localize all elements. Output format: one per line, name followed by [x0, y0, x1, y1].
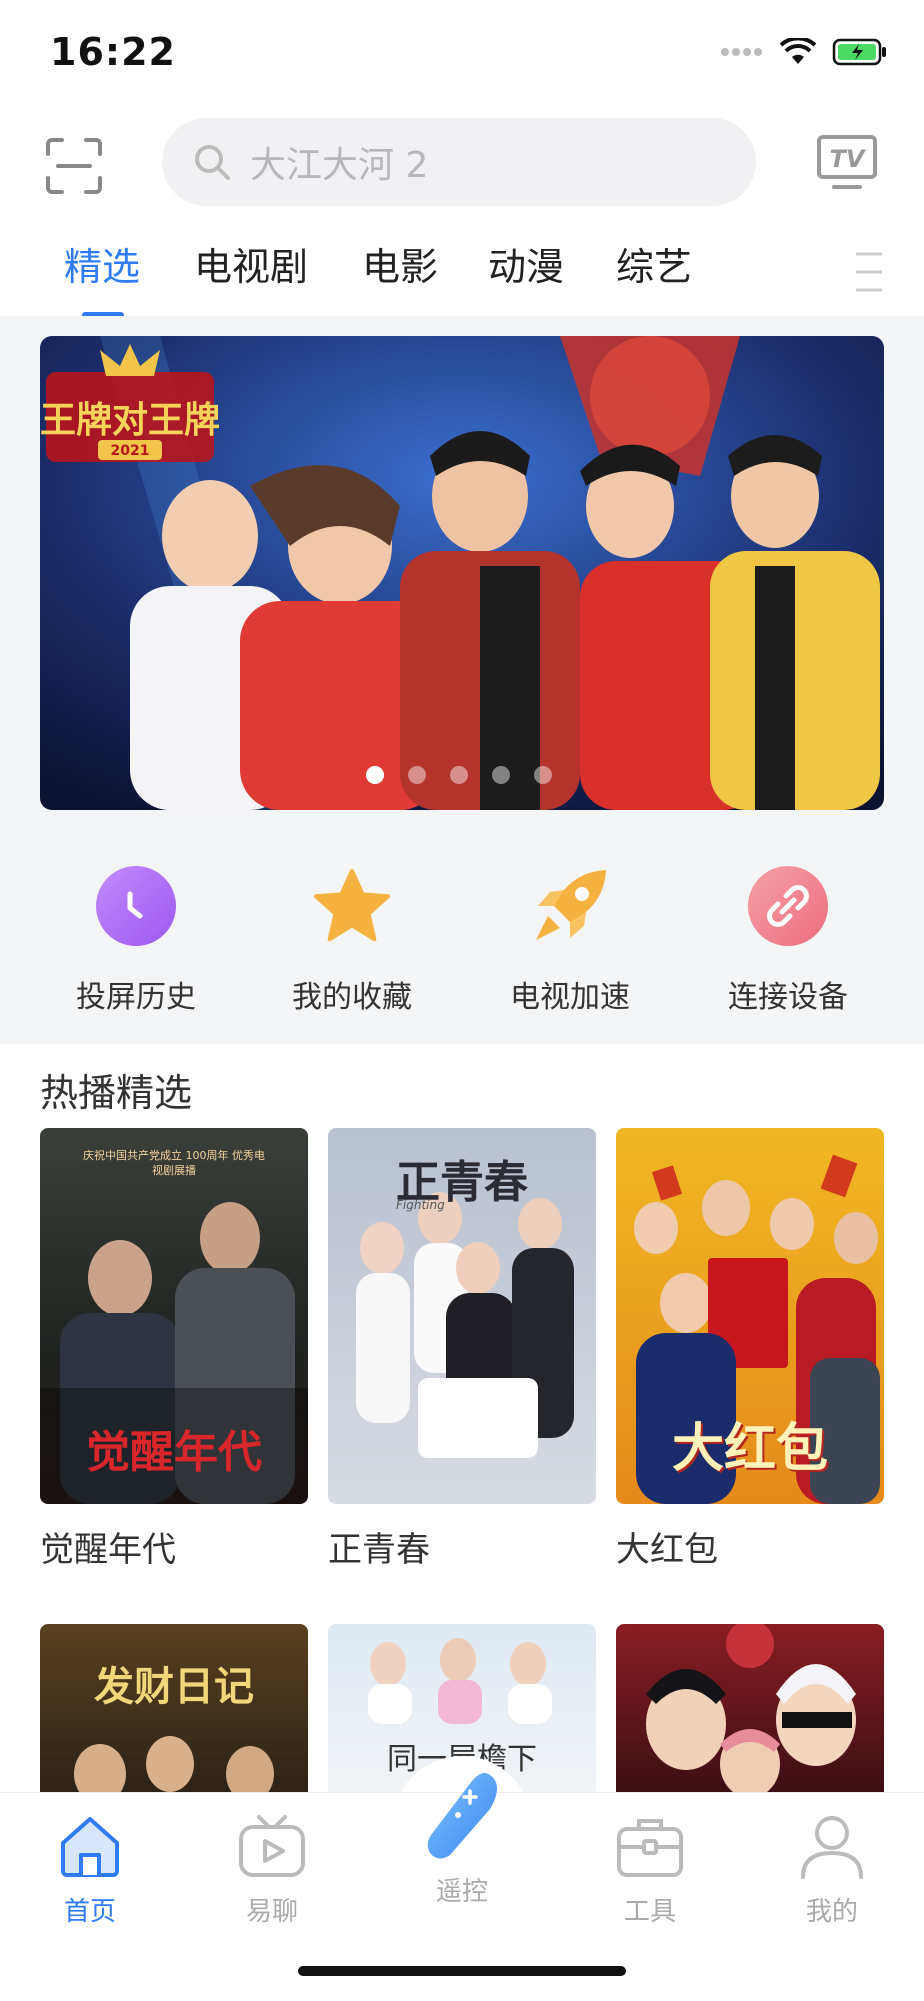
poster-image: 发财日记: [40, 1624, 308, 1794]
tv-icon: TV: [817, 135, 877, 189]
toolbox-icon: [617, 1819, 683, 1877]
clock-icon: [96, 866, 176, 946]
poster-image: 正青春 Fighting: [328, 1128, 596, 1504]
nav-chat[interactable]: 易聊: [212, 1793, 332, 1928]
nav-tools[interactable]: 工具: [590, 1793, 710, 1928]
tv-play-icon: [239, 1815, 305, 1877]
tab-movies[interactable]: 电影: [362, 236, 438, 291]
quick-connect-device[interactable]: 连接设备: [698, 866, 878, 1016]
card-title: 正青春: [328, 1530, 430, 1570]
nav-label: 首页: [63, 1897, 116, 1927]
star-icon: [312, 866, 392, 946]
banner-logo-year: 2021: [111, 443, 150, 459]
poster-title: 发财日记: [94, 1664, 254, 1710]
scan-button[interactable]: [44, 136, 104, 196]
link-icon: [748, 866, 828, 946]
tv-cast-button[interactable]: TV: [816, 134, 878, 190]
nav-label: 工具: [623, 1897, 676, 1927]
banner-carousel[interactable]: 王牌对王牌 2021: [40, 336, 884, 810]
category-tabs: 精选 电视剧 电影 动漫 综艺: [0, 236, 924, 318]
status-icons: [720, 38, 888, 66]
video-card[interactable]: [616, 1624, 884, 1794]
quick-label: 连接设备: [728, 980, 848, 1015]
nav-label: 我的: [805, 1897, 858, 1927]
poster-title: 大红包: [671, 1419, 828, 1479]
nav-remote[interactable]: 遥控: [402, 1769, 522, 1908]
signal-icon: [721, 48, 762, 56]
poster-title: 觉醒年代: [86, 1427, 262, 1478]
banner-logo-text: 王牌对王牌: [40, 400, 220, 441]
poster-image: 大红包: [616, 1128, 884, 1504]
pagination-dot[interactable]: [492, 766, 510, 784]
pagination-dot[interactable]: [366, 766, 384, 784]
user-icon: [801, 1816, 863, 1879]
pagination-dot[interactable]: [534, 766, 552, 784]
nav-me[interactable]: 我的: [772, 1793, 892, 1928]
video-card[interactable]: 庆祝中国共产党成立 100周年 优秀电视剧展播 觉醒年代 觉醒年代: [40, 1128, 308, 1571]
tab-anime[interactable]: 动漫: [488, 236, 564, 291]
wifi-icon: [780, 38, 816, 64]
video-card[interactable]: 大红包 大红包: [616, 1128, 884, 1571]
status-time: 16:22: [50, 30, 176, 74]
poster-image: [616, 1624, 884, 1794]
tab-variety[interactable]: 综艺: [616, 236, 692, 291]
quick-tv-boost[interactable]: 电视加速: [480, 866, 660, 1016]
home-icon: [61, 1817, 119, 1877]
rocket-icon: [530, 866, 610, 946]
scan-icon: [46, 138, 102, 194]
search-icon: [195, 145, 230, 180]
nav-home[interactable]: 首页: [30, 1793, 150, 1928]
card-title: 觉醒年代: [40, 1530, 176, 1570]
tab-featured[interactable]: 精选: [64, 236, 140, 291]
remote-icon: [427, 1773, 497, 1859]
poster-subtitle: Fighting: [396, 1198, 445, 1212]
poster-image: 庆祝中国共产党成立 100周年 优秀电视剧展播 觉醒年代: [40, 1128, 308, 1504]
menu-icon[interactable]: [852, 248, 886, 296]
nav-label: 遥控: [435, 1877, 488, 1907]
search-input[interactable]: 大江大河 2: [162, 118, 756, 206]
quick-label: 我的收藏: [292, 980, 412, 1015]
quick-cast-history[interactable]: 投屏历史: [46, 866, 226, 1016]
battery-icon: [832, 38, 886, 66]
quick-label: 电视加速: [510, 980, 630, 1015]
quick-label: 投屏历史: [76, 980, 196, 1015]
search-placeholder: 大江大河 2: [250, 145, 429, 186]
pagination-dot[interactable]: [408, 766, 426, 784]
poster-subtitle: 庆祝中国共产党成立 100周年 优秀电视剧展播: [83, 1149, 265, 1178]
card-title: 大红包: [616, 1530, 718, 1570]
tab-tv-series[interactable]: 电视剧: [194, 236, 308, 291]
video-card[interactable]: 正青春 Fighting 正青春: [328, 1128, 596, 1571]
pagination-dot[interactable]: [450, 766, 468, 784]
svg-text:TV: TV: [830, 145, 867, 173]
home-indicator[interactable]: [298, 1966, 626, 1976]
nav-label: 易聊: [245, 1897, 298, 1927]
banner-image: 王牌对王牌 2021: [40, 336, 884, 810]
video-card[interactable]: 发财日记: [40, 1624, 308, 1794]
section-title: 热播精选: [40, 1071, 193, 1115]
quick-favorites[interactable]: 我的收藏: [262, 866, 442, 1016]
banner-pagination: [366, 766, 552, 784]
